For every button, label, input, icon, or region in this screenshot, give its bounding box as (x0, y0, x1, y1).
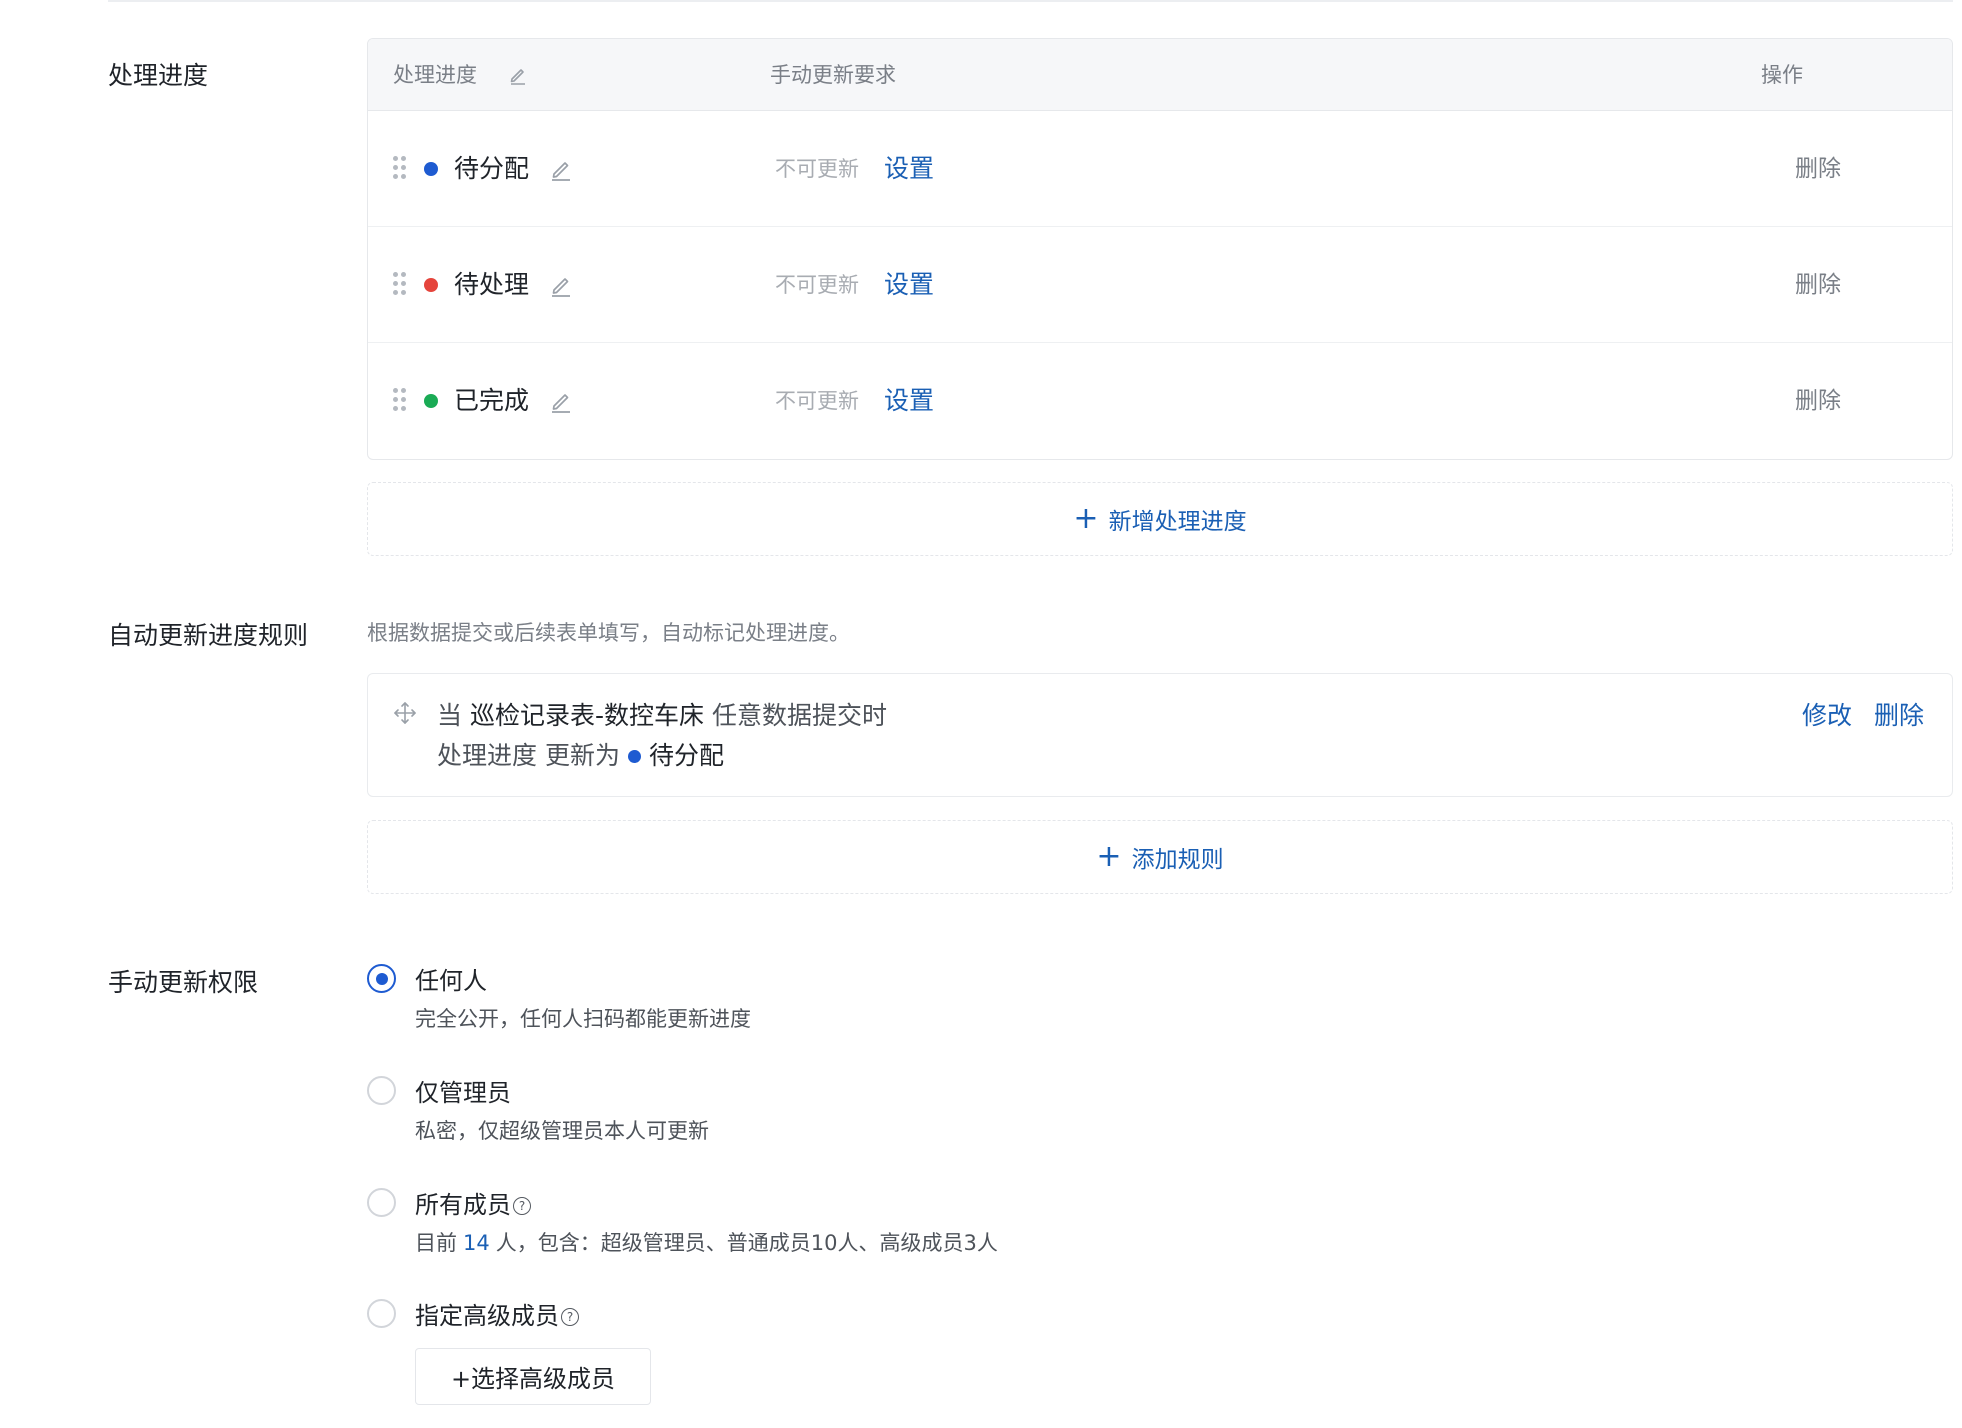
header-actions: 操作 (1761, 63, 1803, 87)
radio-anyone[interactable] (367, 964, 396, 993)
option-title-all-members-label: 所有成员 (415, 1191, 511, 1219)
delete-status-button[interactable]: 删除 (1795, 227, 1841, 343)
status-dot (424, 162, 438, 176)
status-name: 已完成 (454, 386, 530, 415)
status-dot (424, 394, 438, 408)
set-requirement-link[interactable]: 设置 (884, 227, 934, 343)
status-name: 待处理 (454, 270, 530, 299)
section-label-progress: 处理进度 (108, 61, 209, 90)
requirement-text: 不可更新 (775, 389, 859, 413)
progress-table: 处理进度 手动更新要求 操作 待分配 不可更新 设置 删除 待处理 不可更新 设… (367, 38, 1953, 460)
edit-pencil-icon[interactable] (508, 65, 528, 85)
status-dot (627, 749, 641, 763)
table-row: 已完成 不可更新 设置 删除 (368, 343, 1952, 459)
member-count[interactable]: 14 (463, 1231, 490, 1255)
edit-pencil-icon[interactable] (549, 157, 573, 181)
move-icon[interactable] (393, 701, 417, 725)
drag-handle-icon[interactable] (393, 156, 407, 180)
rule-update-to: 更新为 (544, 741, 620, 770)
rule-card: 当 巡检记录表-数控车床 任意数据提交时 处理进度 更新为 待分配 修改 删除 (367, 673, 1953, 797)
member-count-prefix: 目前 (415, 1231, 457, 1255)
help-icon[interactable]: ? (513, 1197, 531, 1215)
radio-all-members[interactable] (367, 1188, 396, 1217)
table-header: 处理进度 手动更新要求 操作 (368, 39, 1952, 111)
option-title-all-members[interactable]: 所有成员? (415, 1185, 531, 1220)
auto-rules-hint: 根据数据提交或后续表单填写，自动标记处理进度。 (367, 621, 850, 645)
status-dot (424, 278, 438, 292)
option-title-specified-members[interactable]: 指定高级成员? (415, 1296, 579, 1331)
help-icon[interactable]: ? (561, 1308, 579, 1326)
plus-icon: + (1096, 839, 1122, 874)
top-divider (108, 0, 1953, 2)
requirement-text: 不可更新 (775, 273, 859, 297)
edit-rule-button[interactable]: 修改 (1802, 696, 1852, 732)
option-title-specified-members-label: 指定高级成员 (415, 1302, 559, 1330)
option-title-admin-only[interactable]: 仅管理员 (415, 1073, 511, 1108)
rule-target-status: 待分配 (648, 741, 724, 770)
section-label-manual-permission: 手动更新权限 (108, 968, 259, 997)
table-row: 待处理 不可更新 设置 删除 (368, 227, 1952, 343)
option-desc-admin-only: 私密，仅超级管理员本人可更新 (415, 1119, 709, 1143)
rule-when: 当 (437, 701, 463, 730)
header-progress: 处理进度 (393, 63, 477, 87)
edit-pencil-icon[interactable] (549, 389, 573, 413)
set-requirement-link[interactable]: 设置 (884, 343, 934, 459)
status-name: 待分配 (454, 154, 530, 183)
requirement-text: 不可更新 (775, 157, 859, 181)
rule-condition: 当 巡检记录表-数控车床 任意数据提交时 (437, 696, 887, 732)
rule-field: 处理进度 (437, 741, 538, 770)
rule-action: 处理进度 更新为 待分配 (437, 736, 724, 772)
plus-icon: + (1073, 501, 1099, 536)
drag-handle-icon[interactable] (393, 272, 407, 296)
set-requirement-link[interactable]: 设置 (884, 111, 934, 227)
delete-status-button[interactable]: 删除 (1795, 111, 1841, 227)
radio-admin-only[interactable] (367, 1076, 396, 1105)
add-progress-button[interactable]: + 新增处理进度 (367, 482, 1953, 556)
radio-specified-members[interactable] (367, 1299, 396, 1328)
choose-advanced-members-button[interactable]: +选择高级成员 (415, 1348, 651, 1405)
edit-pencil-icon[interactable] (549, 273, 573, 297)
option-desc-all-members: 目前 14 人，包含：超级管理员、普通成员10人、高级成员3人 (415, 1227, 998, 1257)
delete-status-button[interactable]: 删除 (1795, 343, 1841, 459)
option-desc-anyone: 完全公开，任何人扫码都能更新进度 (415, 1007, 751, 1031)
add-rule-button[interactable]: + 添加规则 (367, 820, 1953, 894)
add-progress-label: 新增处理进度 (1108, 509, 1247, 535)
section-label-auto-rules: 自动更新进度规则 (108, 621, 309, 650)
table-row: 待分配 不可更新 设置 删除 (368, 111, 1952, 227)
rule-form-name: 巡检记录表-数控车床 (469, 701, 704, 730)
delete-rule-button[interactable]: 删除 (1874, 696, 1924, 732)
option-title-anyone[interactable]: 任何人 (415, 961, 487, 996)
add-rule-label: 添加规则 (1131, 847, 1224, 873)
member-count-suffix: 人，包含：超级管理员、普通成员10人、高级成员3人 (495, 1231, 998, 1255)
header-manual-requirement: 手动更新要求 (770, 63, 896, 87)
rule-trigger: 任意数据提交时 (711, 701, 887, 730)
drag-handle-icon[interactable] (393, 388, 407, 412)
